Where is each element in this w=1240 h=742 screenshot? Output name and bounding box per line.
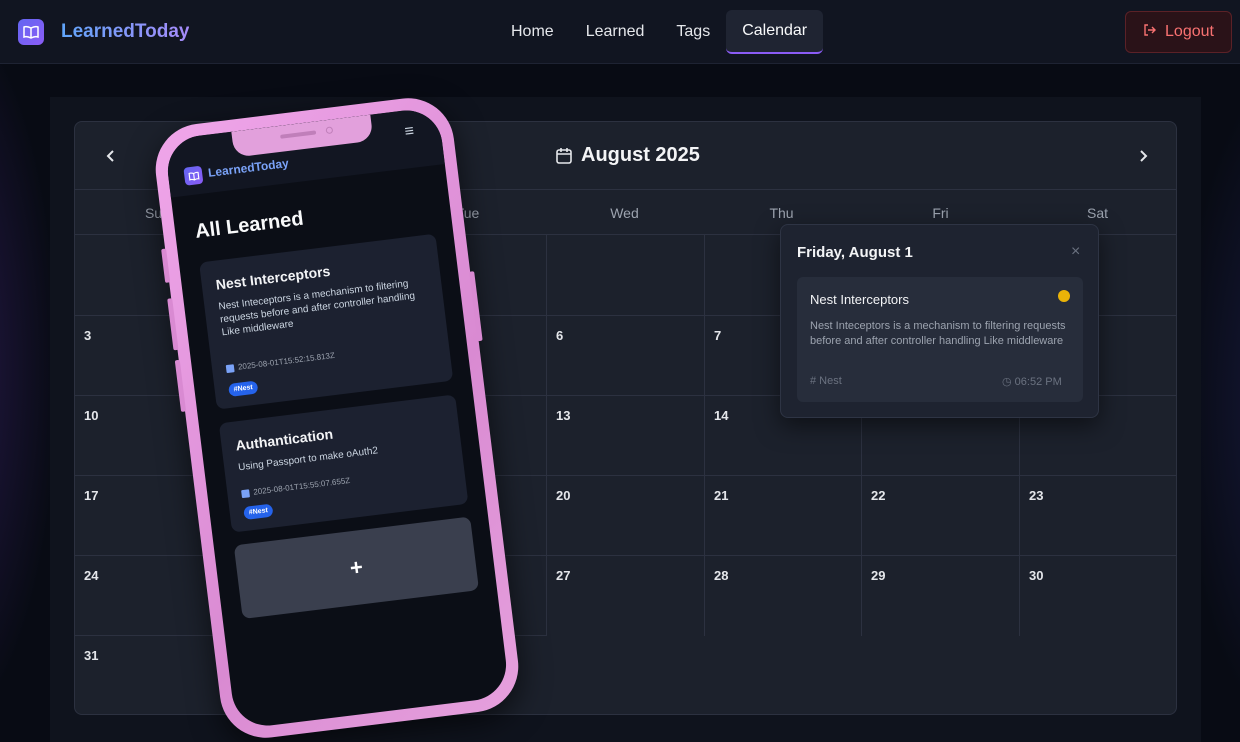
day-cell[interactable]: 20 — [556, 488, 570, 503]
calendar-icon — [241, 488, 250, 498]
book-icon — [18, 19, 44, 45]
entry-title: Nest Interceptors — [810, 292, 909, 307]
day-cell[interactable]: 28 — [714, 568, 728, 583]
learned-card[interactable]: Nest Interceptors Nest Inteceptors is a … — [199, 233, 454, 410]
day-popover: Friday, August 1 × Nest Interceptors Nes… — [780, 224, 1099, 418]
tag-badge[interactable]: #Nest — [228, 380, 259, 397]
entry-tag: # Nest — [810, 375, 842, 387]
calendar-icon — [225, 363, 235, 373]
weekday-wed: Wed — [610, 205, 639, 221]
brand[interactable]: LearnedToday — [18, 19, 189, 45]
day-cell[interactable]: 14 — [714, 408, 728, 423]
nav-calendar[interactable]: Calendar — [726, 10, 824, 54]
nav-learned[interactable]: Learned — [570, 10, 661, 54]
calendar-title: August 2025 — [555, 144, 700, 167]
logout-label: Logout — [1165, 23, 1214, 40]
next-month-button[interactable] — [1127, 140, 1159, 172]
month-label: August 2025 — [581, 144, 700, 166]
close-icon[interactable]: × — [1071, 243, 1080, 261]
day-cell[interactable]: 24 — [84, 568, 98, 583]
logout-icon — [1143, 23, 1157, 42]
chevron-right-icon — [1140, 150, 1148, 162]
chevron-left-icon — [106, 150, 114, 162]
day-cell[interactable]: 6 — [556, 328, 563, 343]
add-learned-button[interactable]: + — [233, 516, 480, 619]
grid-col-line — [546, 235, 547, 636]
prev-month-button[interactable] — [95, 140, 127, 172]
speaker-grille — [280, 130, 317, 139]
entry-description: Nest Inteceptors is a mechanism to filte… — [810, 320, 1066, 347]
camera-icon — [325, 126, 334, 135]
day-cell[interactable]: 22 — [871, 488, 885, 503]
day-cell[interactable]: 21 — [714, 488, 728, 503]
day-cell[interactable]: 3 — [84, 328, 91, 343]
grid-col-line — [704, 235, 705, 636]
day-cell[interactable]: 13 — [556, 408, 570, 423]
calendar-icon — [556, 147, 572, 164]
day-cell[interactable]: 23 — [1029, 488, 1043, 503]
learned-card[interactable]: Authantication Using Passport to make oA… — [218, 394, 469, 533]
day-cell[interactable]: 29 — [871, 568, 885, 583]
card-date: 2025-08-01T15:52:15.813Z — [225, 350, 336, 373]
nav-home[interactable]: Home — [495, 10, 570, 54]
book-icon — [183, 165, 204, 186]
phone-page-title: All Learned — [193, 207, 305, 243]
hamburger-menu-icon[interactable]: ≡ — [404, 123, 415, 142]
top-navbar: LearnedToday Home Learned Tags Calendar … — [0, 0, 1240, 64]
brand-name: LearnedToday — [61, 21, 190, 42]
day-cell[interactable]: 30 — [1029, 568, 1043, 583]
popover-title: Friday, August 1 — [797, 244, 913, 261]
entry-time: ◷ 06:52 PM — [1002, 375, 1062, 388]
logout-button[interactable]: Logout — [1125, 11, 1232, 53]
card-date-label: 2025-08-01T15:52:15.813Z — [237, 350, 336, 372]
day-cell[interactable]: 17 — [84, 488, 98, 503]
main-nav: Home Learned Tags Calendar — [495, 10, 824, 54]
tag-badge[interactable]: #Nest — [243, 503, 274, 521]
day-cell[interactable]: 10 — [84, 408, 98, 423]
nav-tags[interactable]: Tags — [660, 10, 726, 54]
day-cell[interactable]: 27 — [556, 568, 570, 583]
popover-entry-card[interactable]: Nest Interceptors Nest Inteceptors is a … — [797, 277, 1083, 402]
day-cell[interactable]: 7 — [714, 328, 721, 343]
card-title: Authantication — [234, 425, 334, 454]
entry-time-label: 06:52 PM — [1014, 376, 1062, 388]
card-date: 2025-08-01T15:55:07.655Z — [241, 476, 351, 498]
status-dot — [1058, 290, 1070, 302]
phone-brand-name: LearnedToday — [207, 156, 290, 180]
clock-icon: ◷ — [1002, 376, 1015, 388]
card-date-label: 2025-08-01T15:55:07.655Z — [252, 475, 351, 497]
day-cell[interactable]: 31 — [84, 648, 98, 663]
